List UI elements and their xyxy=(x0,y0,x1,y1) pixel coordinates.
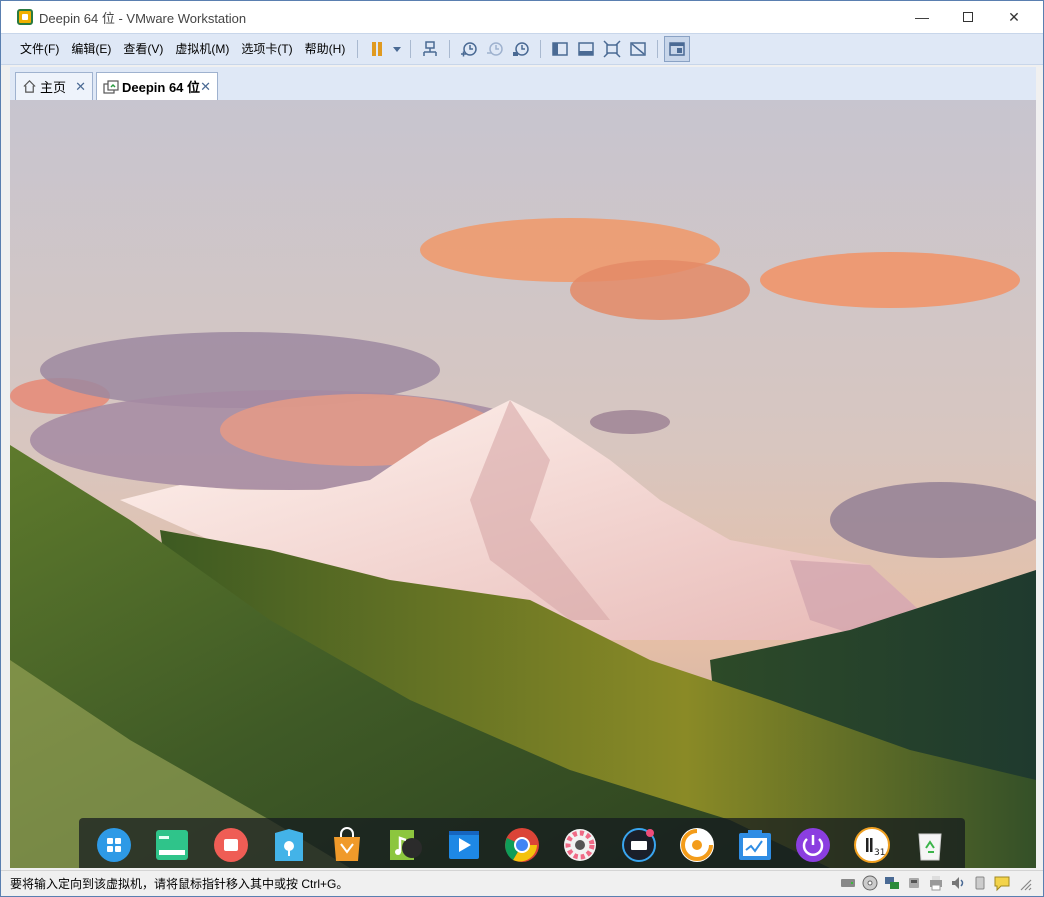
title-bar: Deepin 64 位 - VMware Workstation — ✕ xyxy=(1,1,1043,33)
menu-vm[interactable]: 虚拟机(M) xyxy=(169,33,235,65)
resize-grip-icon[interactable] xyxy=(1015,874,1033,892)
maximize-icon xyxy=(963,12,973,22)
network-icon xyxy=(423,41,438,56)
snapshot-manager-button[interactable] xyxy=(508,36,534,62)
calendar-icon: 31 xyxy=(853,827,890,863)
screen-recorder-button[interactable] xyxy=(212,826,250,864)
printer-icon[interactable] xyxy=(927,874,945,892)
screen-recorder-icon xyxy=(213,828,248,862)
settings-icon xyxy=(564,829,597,861)
music-button[interactable] xyxy=(386,826,424,864)
minimize-button[interactable]: — xyxy=(899,1,945,33)
console-view-icon xyxy=(669,42,686,56)
menu-tabs[interactable]: 选项卡(T) xyxy=(235,33,298,65)
close-icon: ✕ xyxy=(1008,8,1020,25)
vmware-app-icon xyxy=(17,9,33,25)
deepin-dock: 31 xyxy=(79,818,965,868)
unity-icon xyxy=(630,42,647,56)
pause-button[interactable] xyxy=(364,36,390,62)
toolbar-separator xyxy=(357,40,359,58)
show-library-button[interactable] xyxy=(547,36,573,62)
browser-icon xyxy=(679,828,714,862)
trash-button[interactable] xyxy=(911,826,949,864)
pause-icon xyxy=(372,42,383,56)
snapshot-clock-icon xyxy=(461,42,478,57)
vmware-window: Deepin 64 位 - VMware Workstation — ✕ 文件(… xyxy=(0,0,1044,897)
power-icon xyxy=(796,828,831,862)
home-icon xyxy=(23,80,36,93)
display-icon[interactable] xyxy=(971,874,989,892)
chrome-button[interactable] xyxy=(503,826,541,864)
close-button[interactable]: ✕ xyxy=(991,1,1037,33)
revert-clock-icon xyxy=(487,42,504,56)
close-icon[interactable]: ✕ xyxy=(75,79,86,95)
network-adapter-icon[interactable] xyxy=(883,874,901,892)
menu-file[interactable]: 文件(F) xyxy=(14,33,65,65)
usb-icon[interactable] xyxy=(905,874,923,892)
tab-label: Deepin 64 位 xyxy=(122,80,201,95)
vm-screen[interactable]: 31 xyxy=(10,100,1036,868)
deepin-wallpaper xyxy=(10,100,1036,868)
menu-edit[interactable]: 编辑(E) xyxy=(65,33,117,65)
thumbnail-bar-button[interactable] xyxy=(573,36,599,62)
window-title: Deepin 64 位 - VMware Workstation xyxy=(39,10,247,26)
maximize-button[interactable] xyxy=(945,1,991,33)
message-log-icon[interactable] xyxy=(993,874,1011,892)
snapshot-manager-icon xyxy=(513,42,530,56)
launcher-button[interactable] xyxy=(95,826,133,864)
browser-button[interactable] xyxy=(678,826,716,864)
close-icon[interactable]: ✕ xyxy=(200,79,211,95)
system-monitor-button[interactable] xyxy=(736,826,774,864)
menu-bar: 文件(F) 编辑(E) 查看(V) 虚拟机(M) 选项卡(T) 帮助(H) xyxy=(1,33,1043,65)
tab-label: 主页 xyxy=(40,80,67,95)
deepin-terminal-icon xyxy=(156,830,189,860)
send-ctrl-alt-del-button[interactable] xyxy=(417,36,443,62)
vm-icon xyxy=(103,79,119,94)
toolbar-separator xyxy=(657,40,659,58)
launcher-icon xyxy=(97,828,132,862)
unity-mode-button[interactable] xyxy=(625,36,651,62)
chevron-down-icon xyxy=(393,47,402,52)
console-view-button[interactable] xyxy=(664,36,691,62)
app-store-button[interactable] xyxy=(328,826,366,864)
tab-deepin[interactable]: Deepin 64 位 ✕ xyxy=(96,72,218,100)
app-store-icon xyxy=(334,827,361,861)
toolbar-separator xyxy=(449,40,451,58)
toolbar-separator xyxy=(540,40,542,58)
minimize-icon: — xyxy=(915,9,929,25)
shutdown-button[interactable] xyxy=(794,826,832,864)
settings-button[interactable] xyxy=(561,826,599,864)
hard-disk-icon[interactable] xyxy=(839,874,857,892)
tab-bar: 主页 ✕ Deepin 64 位 ✕ xyxy=(10,67,1036,100)
music-icon xyxy=(390,830,423,860)
cd-dvd-icon[interactable] xyxy=(861,874,879,892)
library-view-icon xyxy=(552,42,569,56)
toolbar-separator xyxy=(410,40,412,58)
movie-icon xyxy=(448,831,479,859)
movie-button[interactable] xyxy=(445,826,483,864)
menu-view[interactable]: 查看(V) xyxy=(117,33,169,65)
calendar-day: 31 xyxy=(874,848,885,858)
sound-card-icon[interactable] xyxy=(949,874,967,892)
terminal-button[interactable] xyxy=(153,826,191,864)
chrome-icon xyxy=(504,828,539,862)
thumbnail-view-icon xyxy=(578,42,595,56)
status-bar: 要将输入定向到该虚拟机，请将鼠标指针移入其中或按 Ctrl+G。 xyxy=(1,870,1043,896)
menu-help[interactable]: 帮助(H) xyxy=(299,33,352,65)
revert-snapshot-button[interactable] xyxy=(482,36,508,62)
status-message: 要将输入定向到该虚拟机，请将鼠标指针移入其中或按 Ctrl+G。 xyxy=(10,877,349,891)
tab-home[interactable]: 主页 ✕ xyxy=(15,72,93,100)
system-monitor-icon xyxy=(739,830,772,860)
take-snapshot-button[interactable] xyxy=(456,36,482,62)
file-manager-button[interactable] xyxy=(270,826,308,864)
calendar-button[interactable]: 31 xyxy=(853,826,891,864)
full-screen-button[interactable] xyxy=(599,36,625,62)
fullscreen-icon xyxy=(603,40,621,58)
power-dropdown-button[interactable] xyxy=(390,36,404,62)
device-icons xyxy=(839,874,1033,892)
keyboard-icon xyxy=(621,828,656,862)
keyboard-button[interactable] xyxy=(620,826,658,864)
trash-icon xyxy=(918,833,942,861)
file-manager-icon xyxy=(274,829,303,861)
